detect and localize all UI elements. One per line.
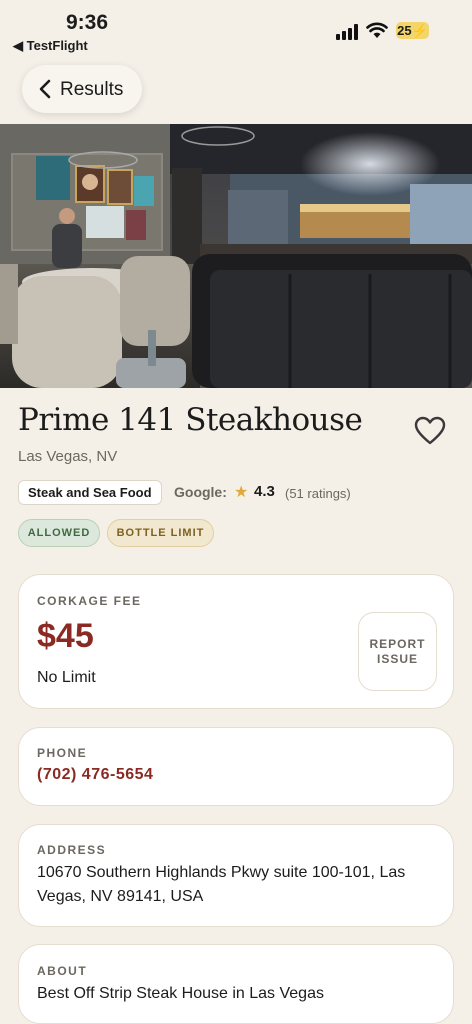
battery-icon: 25⚡ <box>396 22 429 39</box>
back-to-testflight-link[interactable]: ◀ TestFlight <box>13 38 88 54</box>
favorite-heart-icon[interactable] <box>414 416 446 446</box>
about-value: Best Off Strip Steak House in Las Vegas <box>37 985 324 1002</box>
about-card: ABOUT Best Off Strip Steak House in Las … <box>18 944 454 1024</box>
wifi-icon <box>366 22 388 38</box>
corkage-fee-card: CORKAGE FEE $45 No Limit REPORT ISSUE <box>18 574 454 709</box>
restaurant-photo <box>0 124 472 388</box>
battery-level: 25 <box>397 23 412 38</box>
report-issue-button[interactable]: REPORT ISSUE <box>358 612 437 691</box>
address-card: ADDRESS 10670 Southern Highlands Pkwy su… <box>18 824 454 927</box>
address-value[interactable]: 10670 Southern Highlands Pkwy suite 100-… <box>37 861 437 909</box>
cuisine-tag: Steak and Sea Food <box>18 480 162 505</box>
rating-value: 4.3 <box>254 483 275 500</box>
status-time: 9:36 <box>66 11 109 34</box>
phone-card: PHONE (702) 476-5654 <box>18 727 454 806</box>
corkage-limit: No Limit <box>37 669 96 686</box>
address-label: ADDRESS <box>37 843 107 857</box>
cellular-signal-icon <box>336 24 360 40</box>
ratings-count: (51 ratings) <box>285 486 351 501</box>
corkage-fee-value: $45 <box>37 617 94 655</box>
chevron-left-icon <box>39 79 51 99</box>
star-icon: ★ <box>234 484 249 501</box>
status-badge-bottle-limit: BOTTLE LIMIT <box>107 519 214 547</box>
phone-number-link[interactable]: (702) 476-5654 <box>37 766 153 784</box>
back-to-results-button[interactable]: Results <box>22 65 142 113</box>
status-bar: 9:36 ◀ TestFlight 25⚡ <box>0 0 472 56</box>
restaurant-location: Las Vegas, NV <box>18 448 118 465</box>
status-badge-allowed: ALLOWED <box>18 519 100 547</box>
back-button-label: Results <box>60 79 124 100</box>
rating-source: Google: <box>174 484 227 500</box>
restaurant-name: Prime 141 Steakhouse <box>18 402 363 438</box>
corkage-fee-label: CORKAGE FEE <box>37 594 142 608</box>
about-label: ABOUT <box>37 964 88 978</box>
phone-label: PHONE <box>37 746 88 760</box>
